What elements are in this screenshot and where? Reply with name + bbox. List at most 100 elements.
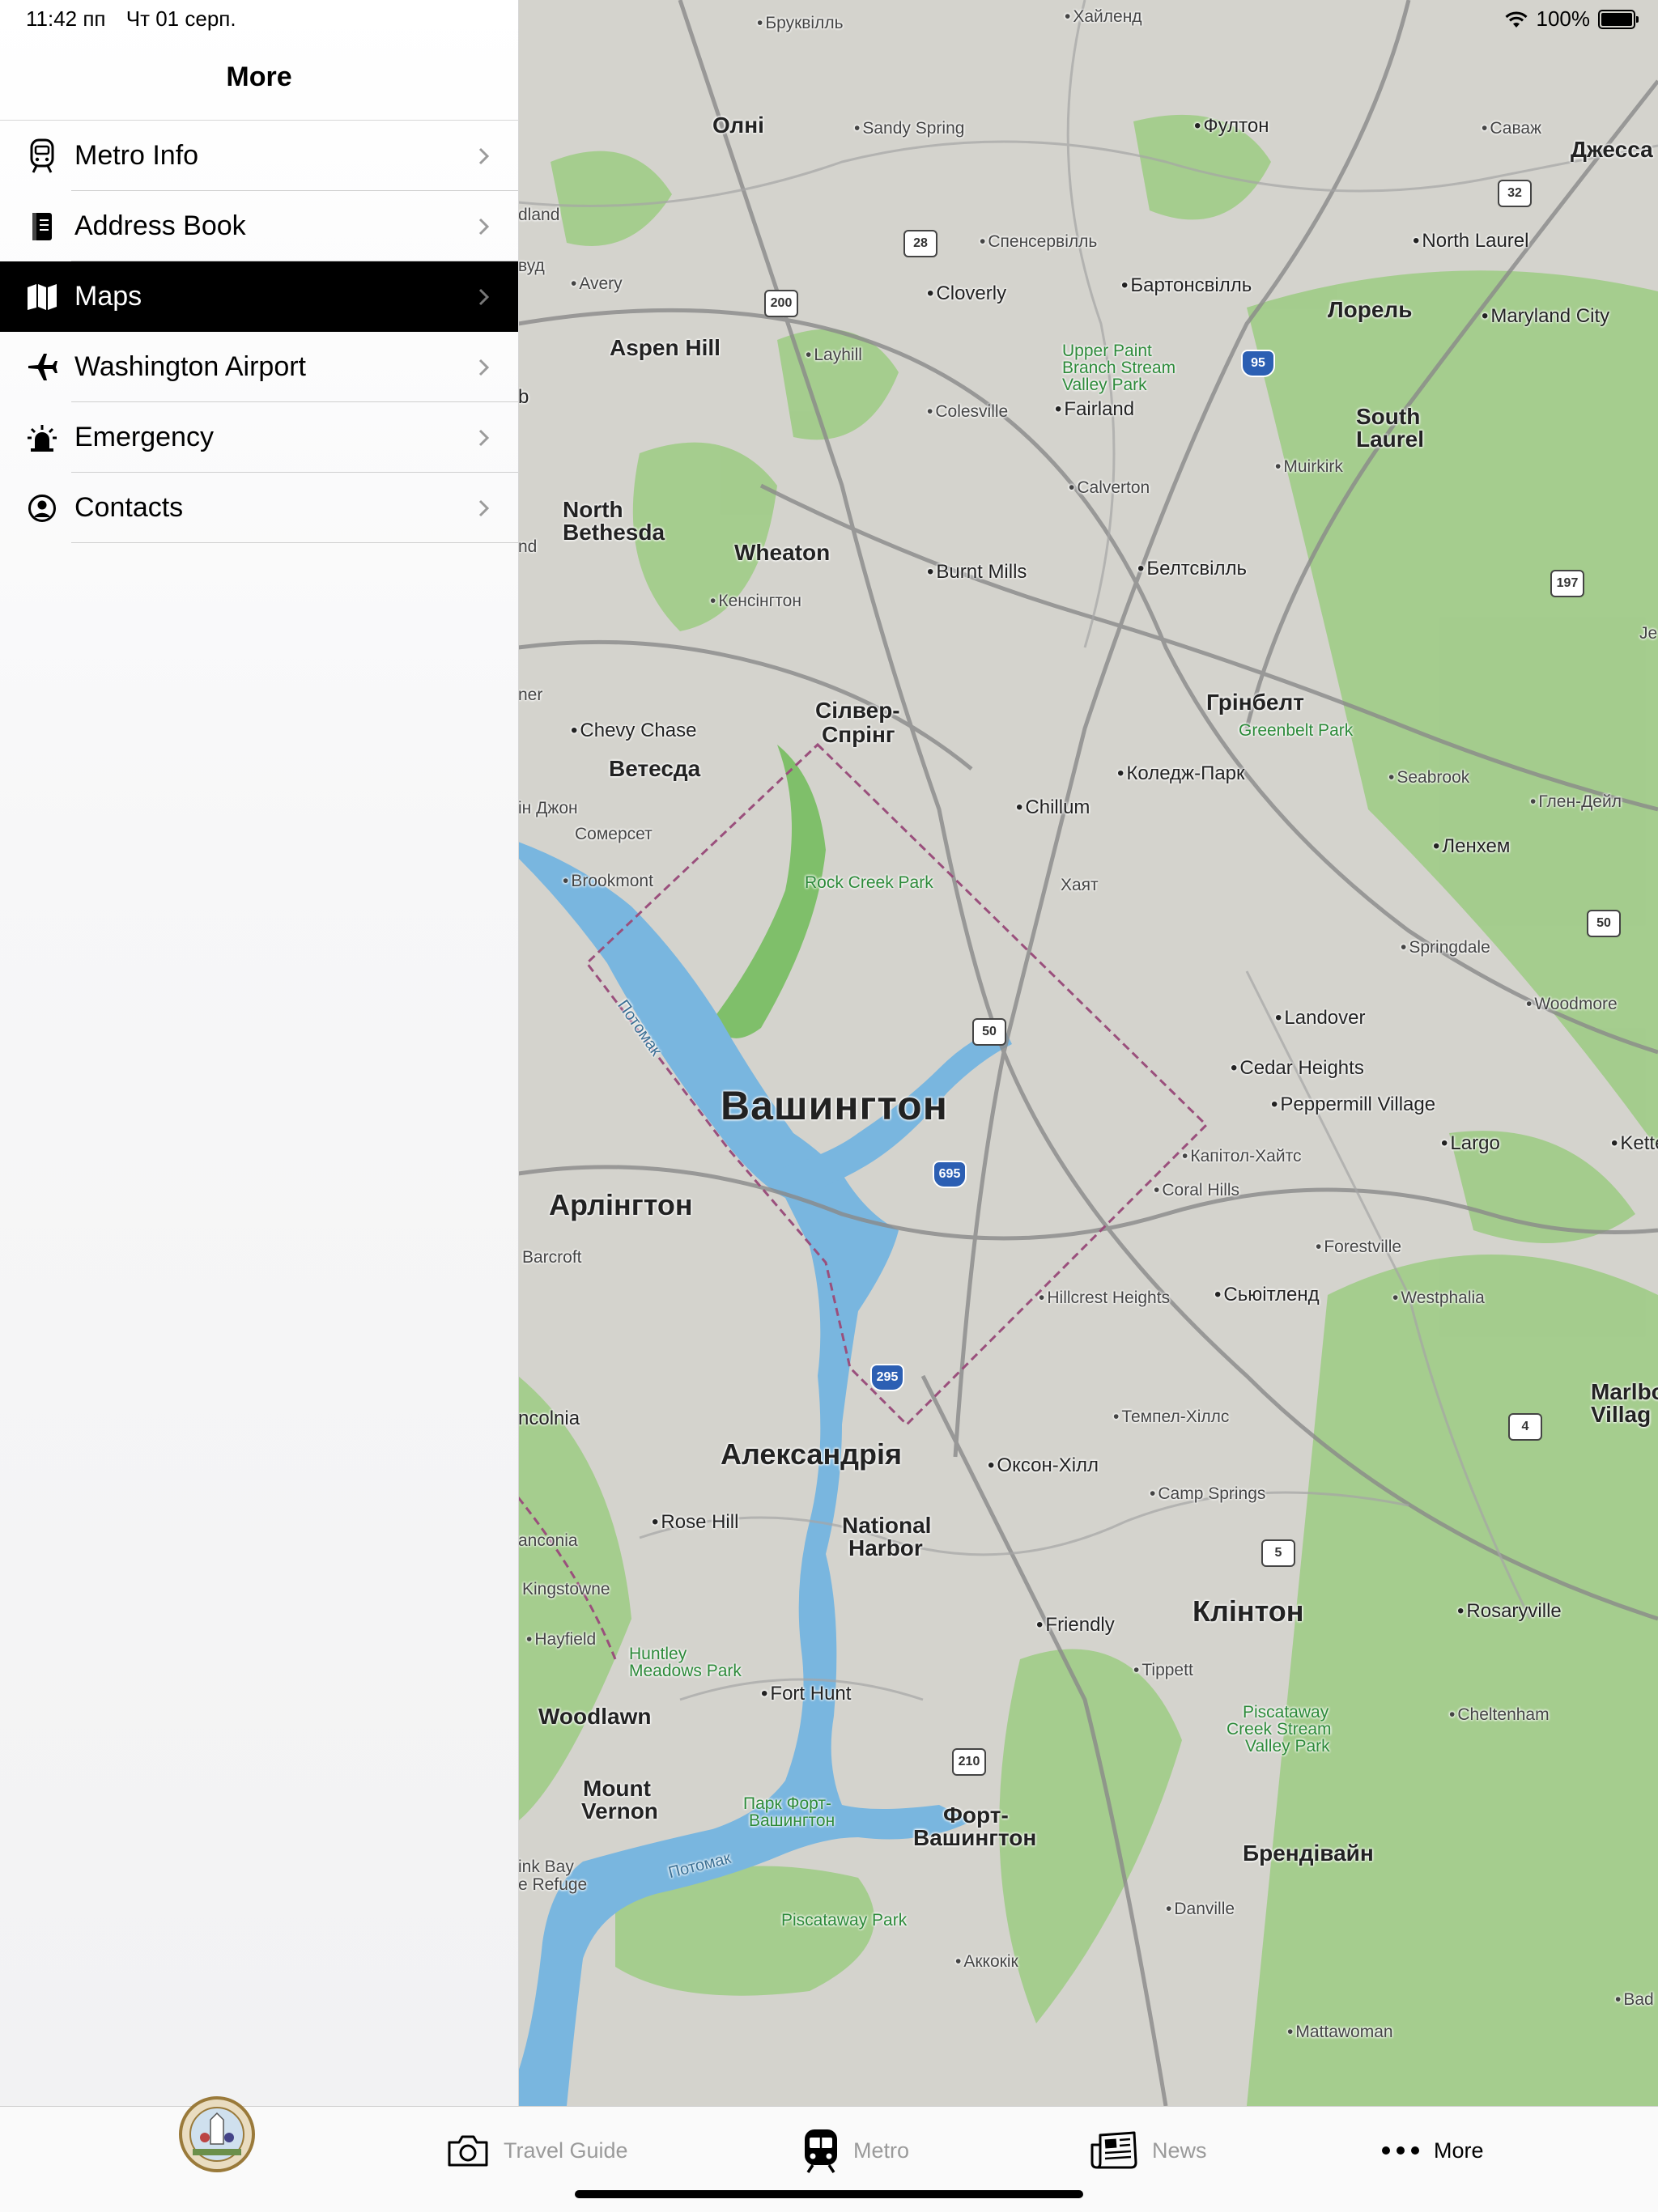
tab-label: Metro xyxy=(853,2138,910,2163)
map-view[interactable]: Бруквілль Хайленд Олні Sandy Spring Фулт… xyxy=(518,0,1658,2106)
map-label: South xyxy=(1356,404,1421,429)
status-bar-left: 11:42 пп Чт 01 серп. xyxy=(26,6,236,32)
map-label: Rose Hill xyxy=(652,1512,738,1532)
map-label: Cheltenham xyxy=(1449,1705,1549,1724)
map-label: Аккокік xyxy=(955,1952,1018,1971)
map-label: Villag xyxy=(1591,1402,1652,1427)
map-label: Клінтон xyxy=(1192,1594,1304,1628)
map-label: Сьюітленд xyxy=(1214,1284,1319,1305)
map-label: dland xyxy=(518,206,560,224)
map-label: ner xyxy=(518,686,543,704)
map-label: Хаят xyxy=(1061,876,1099,894)
map-label: Valley Park xyxy=(1062,376,1147,394)
map-label: Huntley xyxy=(629,1645,687,1663)
map-label: Ketteri xyxy=(1611,1133,1658,1153)
map-label: Fort Hunt xyxy=(761,1683,851,1704)
route-shield: 5 xyxy=(1261,1539,1295,1567)
map-label: Джесса xyxy=(1571,137,1653,162)
map-label: Саваж xyxy=(1482,119,1541,138)
map-label: Forestville xyxy=(1316,1238,1401,1256)
map-label: Layhill xyxy=(806,346,862,364)
battery-icon xyxy=(1598,9,1639,29)
map-label: Оксон-Хілл xyxy=(988,1455,1099,1475)
map-label: Marlbo xyxy=(1591,1379,1658,1404)
chevron-right-icon xyxy=(478,359,490,376)
chevron-right-icon xyxy=(478,429,490,446)
map-label: Barcroft xyxy=(522,1248,582,1267)
sidebar-item-washington-airport[interactable]: Washington Airport xyxy=(0,332,518,402)
map-label: Friendly xyxy=(1036,1615,1114,1635)
map-label: Chevy Chase xyxy=(571,720,696,741)
map-label: Фултон xyxy=(1194,116,1269,136)
map-label: Burnt Mills xyxy=(927,562,1027,582)
tab-label: Travel Guide xyxy=(504,2138,628,2163)
route-shield: 4 xyxy=(1508,1413,1542,1441)
sidebar-item-emergency[interactable]: Emergency xyxy=(0,402,518,473)
map-label: Бартонсвілль xyxy=(1121,275,1252,295)
map-label: Лорель xyxy=(1328,297,1413,322)
map-label: Rock Creek Park xyxy=(805,873,933,892)
map-label: ink Bay xyxy=(518,1857,574,1876)
map-icon xyxy=(26,281,58,313)
address-book-icon xyxy=(26,210,58,243)
map-label: Peppermill Village xyxy=(1271,1094,1435,1114)
battery-percent: 100% xyxy=(1536,6,1591,31)
map-label: nd xyxy=(518,537,538,556)
sidebar-item-label: Washington Airport xyxy=(74,351,306,382)
map-label: Hayfield xyxy=(526,1630,596,1649)
map-label: Vernon xyxy=(581,1798,658,1824)
route-shield: 695 xyxy=(933,1161,967,1188)
sidebar-item-label: Emergency xyxy=(74,422,214,452)
chevron-right-icon xyxy=(478,147,490,164)
sidebar-item-label: Address Book xyxy=(74,210,246,241)
tab-news[interactable]: News xyxy=(1089,2125,1207,2176)
map-label: Mount xyxy=(583,1776,651,1801)
tab-metro[interactable]: Metro xyxy=(801,2125,909,2176)
siren-icon xyxy=(26,422,58,454)
route-shield: 210 xyxy=(952,1748,986,1776)
map-label: b xyxy=(518,386,529,408)
map-label: Westphalia xyxy=(1392,1289,1485,1307)
sidebar-item-metro-info[interactable]: Metro Info xyxy=(0,121,518,191)
map-label: Seabrook xyxy=(1388,768,1469,787)
map-label: Bethesda xyxy=(563,520,665,545)
home-indicator[interactable] xyxy=(575,2190,1083,2198)
tab-home[interactable] xyxy=(178,2096,256,2172)
map-label: Brookmont xyxy=(563,872,653,890)
map-label: Белтсвілль xyxy=(1137,558,1247,579)
sidebar-item-label: Maps xyxy=(74,281,142,312)
map-label: Fairland xyxy=(1055,399,1134,419)
map-label: Piscataway Park xyxy=(781,1911,908,1930)
sidebar-item-maps[interactable]: Maps xyxy=(0,261,518,332)
sidebar-item-label: Contacts xyxy=(74,492,184,523)
map-label: Cedar Heights xyxy=(1231,1058,1363,1078)
map-label: Upper Paint xyxy=(1062,342,1152,360)
map-label: Avery xyxy=(571,274,622,293)
map-label: Aspen Hill xyxy=(610,335,721,360)
tab-more[interactable]: More xyxy=(1380,2125,1484,2176)
map-label: Colesville xyxy=(927,402,1008,421)
map-label: Коледж-Парк xyxy=(1117,763,1244,783)
route-shield: 95 xyxy=(1241,350,1275,377)
map-label: e Refuge xyxy=(518,1875,588,1894)
route-shield: 32 xyxy=(1498,180,1532,207)
map-label: Chillum xyxy=(1016,797,1090,817)
newspaper-icon xyxy=(1090,2131,1137,2169)
status-bar-right: 100% xyxy=(1504,6,1639,32)
map-label: ін Джон xyxy=(518,799,578,817)
map-label: Tippett xyxy=(1133,1661,1192,1679)
map-label: Rosaryville xyxy=(1457,1601,1561,1621)
map-label: Mattawoman xyxy=(1287,2023,1392,2041)
map-label: Cloverly xyxy=(927,283,1006,304)
route-shield: 28 xyxy=(903,230,937,257)
sidebar-item-label: Metro Info xyxy=(74,140,199,171)
status-date: Чт 01 серп. xyxy=(125,6,236,31)
map-label: Парк Форт- xyxy=(743,1794,831,1813)
sidebar-item-contacts[interactable]: Contacts xyxy=(0,473,518,543)
tab-travel-guide[interactable]: Travel Guide xyxy=(445,2125,628,2176)
wifi-icon xyxy=(1504,11,1528,28)
sidebar-item-address-book[interactable]: Address Book xyxy=(0,191,518,261)
map-label: Sandy Spring xyxy=(854,119,964,138)
map-label: Branch Stream xyxy=(1062,359,1176,377)
map-label: Глен-Дейл xyxy=(1530,792,1622,811)
